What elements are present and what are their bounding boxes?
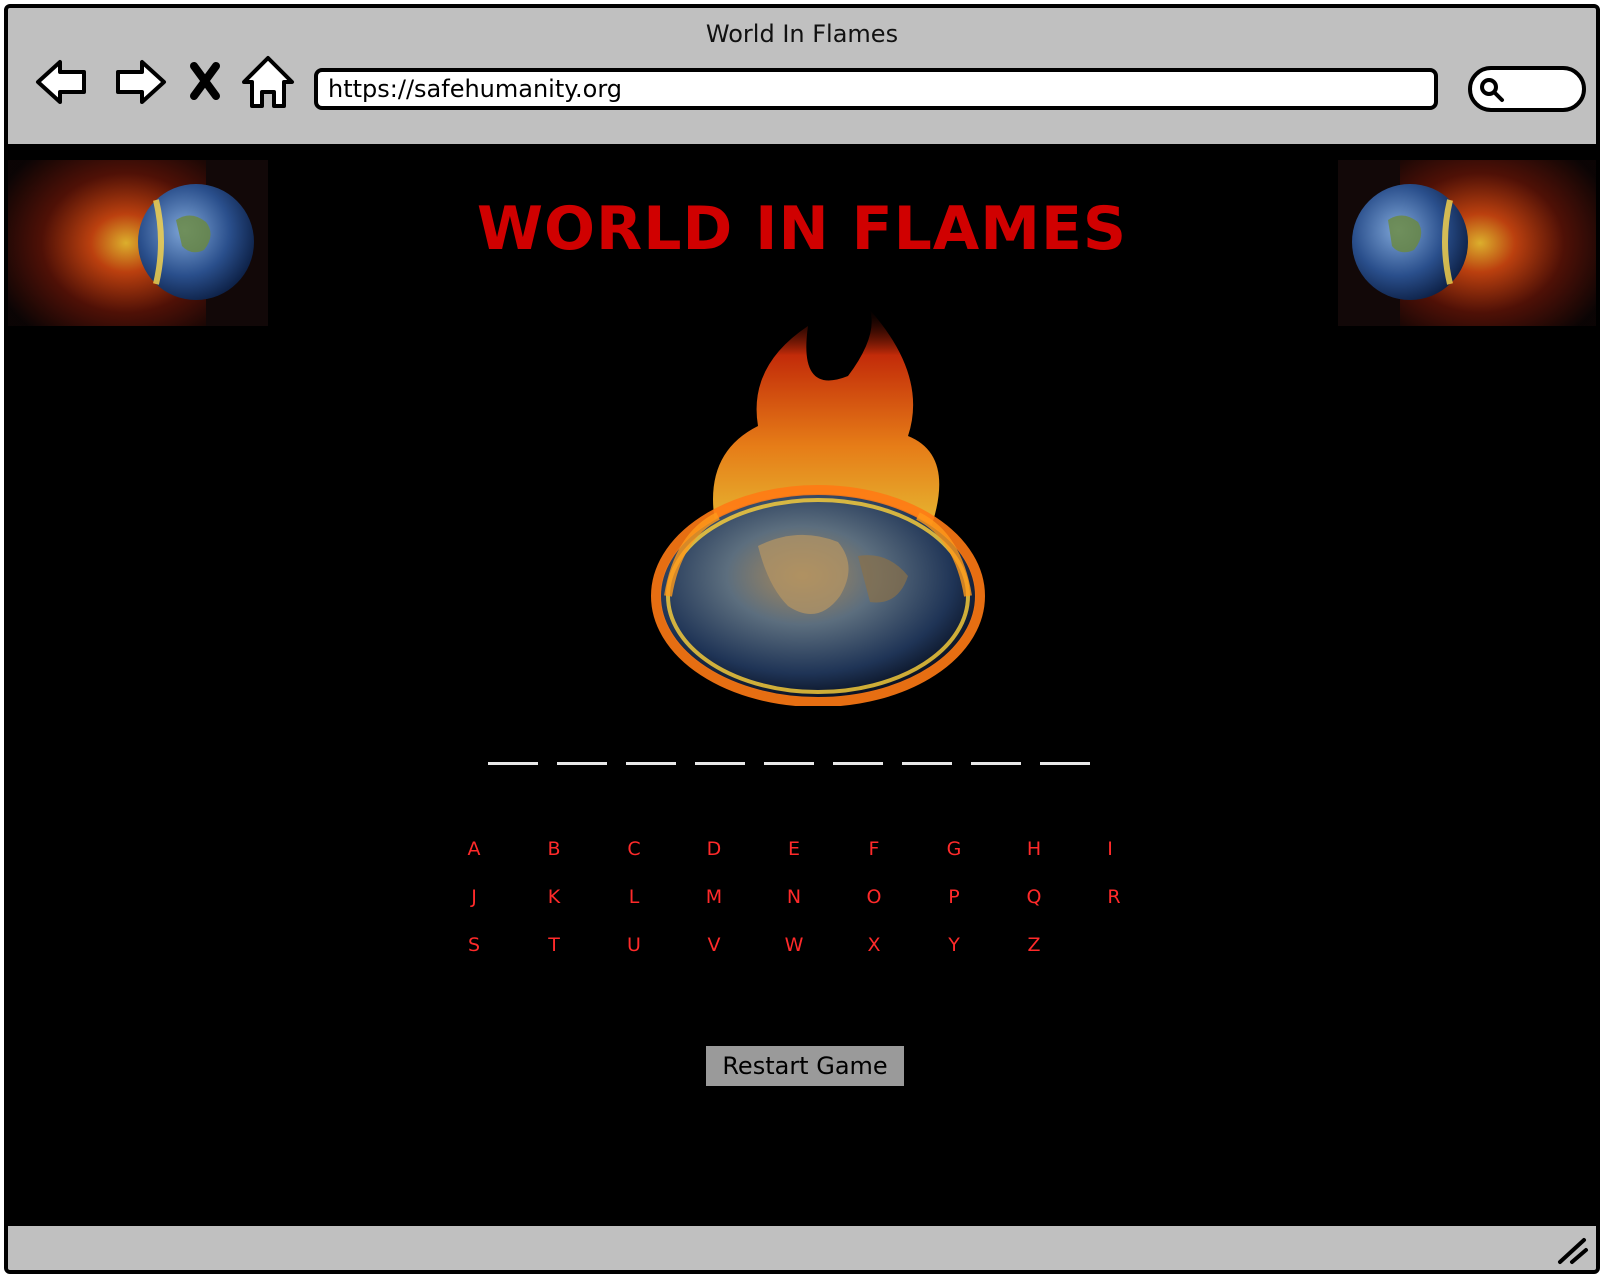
letter-button-z[interactable]: Z bbox=[1014, 934, 1054, 956]
letter-button-x[interactable]: X bbox=[854, 934, 894, 956]
letter-blank bbox=[695, 762, 745, 765]
letter-button-r[interactable]: R bbox=[1094, 886, 1134, 908]
letter-blank bbox=[1040, 762, 1090, 765]
letter-button-a[interactable]: A bbox=[454, 838, 494, 860]
letter-button-h[interactable]: H bbox=[1014, 838, 1054, 860]
letter-button-m[interactable]: M bbox=[694, 886, 734, 908]
letter-button-i[interactable]: I bbox=[1090, 838, 1130, 860]
letter-button-j[interactable]: J bbox=[454, 886, 494, 908]
page-content: WORLD IN FLAMES A B C D E F G H I J K L … bbox=[8, 148, 1596, 1230]
search-icon bbox=[1480, 78, 1504, 102]
letter-blank bbox=[626, 762, 676, 765]
letter-button-e[interactable]: E bbox=[774, 838, 814, 860]
letter-button-n[interactable]: N bbox=[774, 886, 814, 908]
close-icon[interactable] bbox=[180, 52, 230, 112]
letter-blank bbox=[833, 762, 883, 765]
browser-chrome: World In Flames bbox=[8, 8, 1596, 148]
status-bar bbox=[8, 1222, 1596, 1270]
letter-button-f[interactable]: F bbox=[854, 838, 894, 860]
letter-button-y[interactable]: Y bbox=[934, 934, 974, 956]
letter-button-s[interactable]: S bbox=[454, 934, 494, 956]
letter-button-u[interactable]: U bbox=[614, 934, 654, 956]
letter-blank bbox=[488, 762, 538, 765]
arrow-right-icon[interactable] bbox=[106, 52, 170, 112]
letter-button-q[interactable]: Q bbox=[1014, 886, 1054, 908]
letter-button-k[interactable]: K bbox=[534, 886, 574, 908]
letter-button-v[interactable]: V bbox=[694, 934, 734, 956]
letter-button-w[interactable]: W bbox=[774, 934, 814, 956]
letter-blank bbox=[557, 762, 607, 765]
url-input[interactable] bbox=[314, 68, 1438, 110]
restart-game-button[interactable]: Restart Game bbox=[706, 1046, 904, 1086]
letter-button-t[interactable]: T bbox=[534, 934, 574, 956]
letter-button-l[interactable]: L bbox=[614, 886, 654, 908]
resize-grip-icon[interactable] bbox=[1554, 1232, 1590, 1266]
letter-button-d[interactable]: D bbox=[694, 838, 734, 860]
letter-button-o[interactable]: O bbox=[854, 886, 894, 908]
burning-earth-right-image bbox=[1338, 160, 1596, 326]
browser-window: World In Flames https://safehumanity.org… bbox=[4, 4, 1600, 1274]
letter-blank bbox=[764, 762, 814, 765]
home-icon[interactable] bbox=[236, 52, 300, 112]
letter-button-p[interactable]: P bbox=[934, 886, 974, 908]
word-blanks bbox=[488, 762, 1108, 782]
letter-button-b[interactable]: B bbox=[534, 838, 574, 860]
letter-blank bbox=[971, 762, 1021, 765]
letter-button-g[interactable]: G bbox=[934, 838, 974, 860]
letter-button-c[interactable]: C bbox=[614, 838, 654, 860]
letter-blank bbox=[902, 762, 952, 765]
search-input[interactable] bbox=[1468, 66, 1586, 112]
flaming-globe-image bbox=[608, 306, 1028, 707]
arrow-left-icon[interactable] bbox=[32, 52, 96, 112]
window-title: World In Flames bbox=[705, 20, 899, 48]
